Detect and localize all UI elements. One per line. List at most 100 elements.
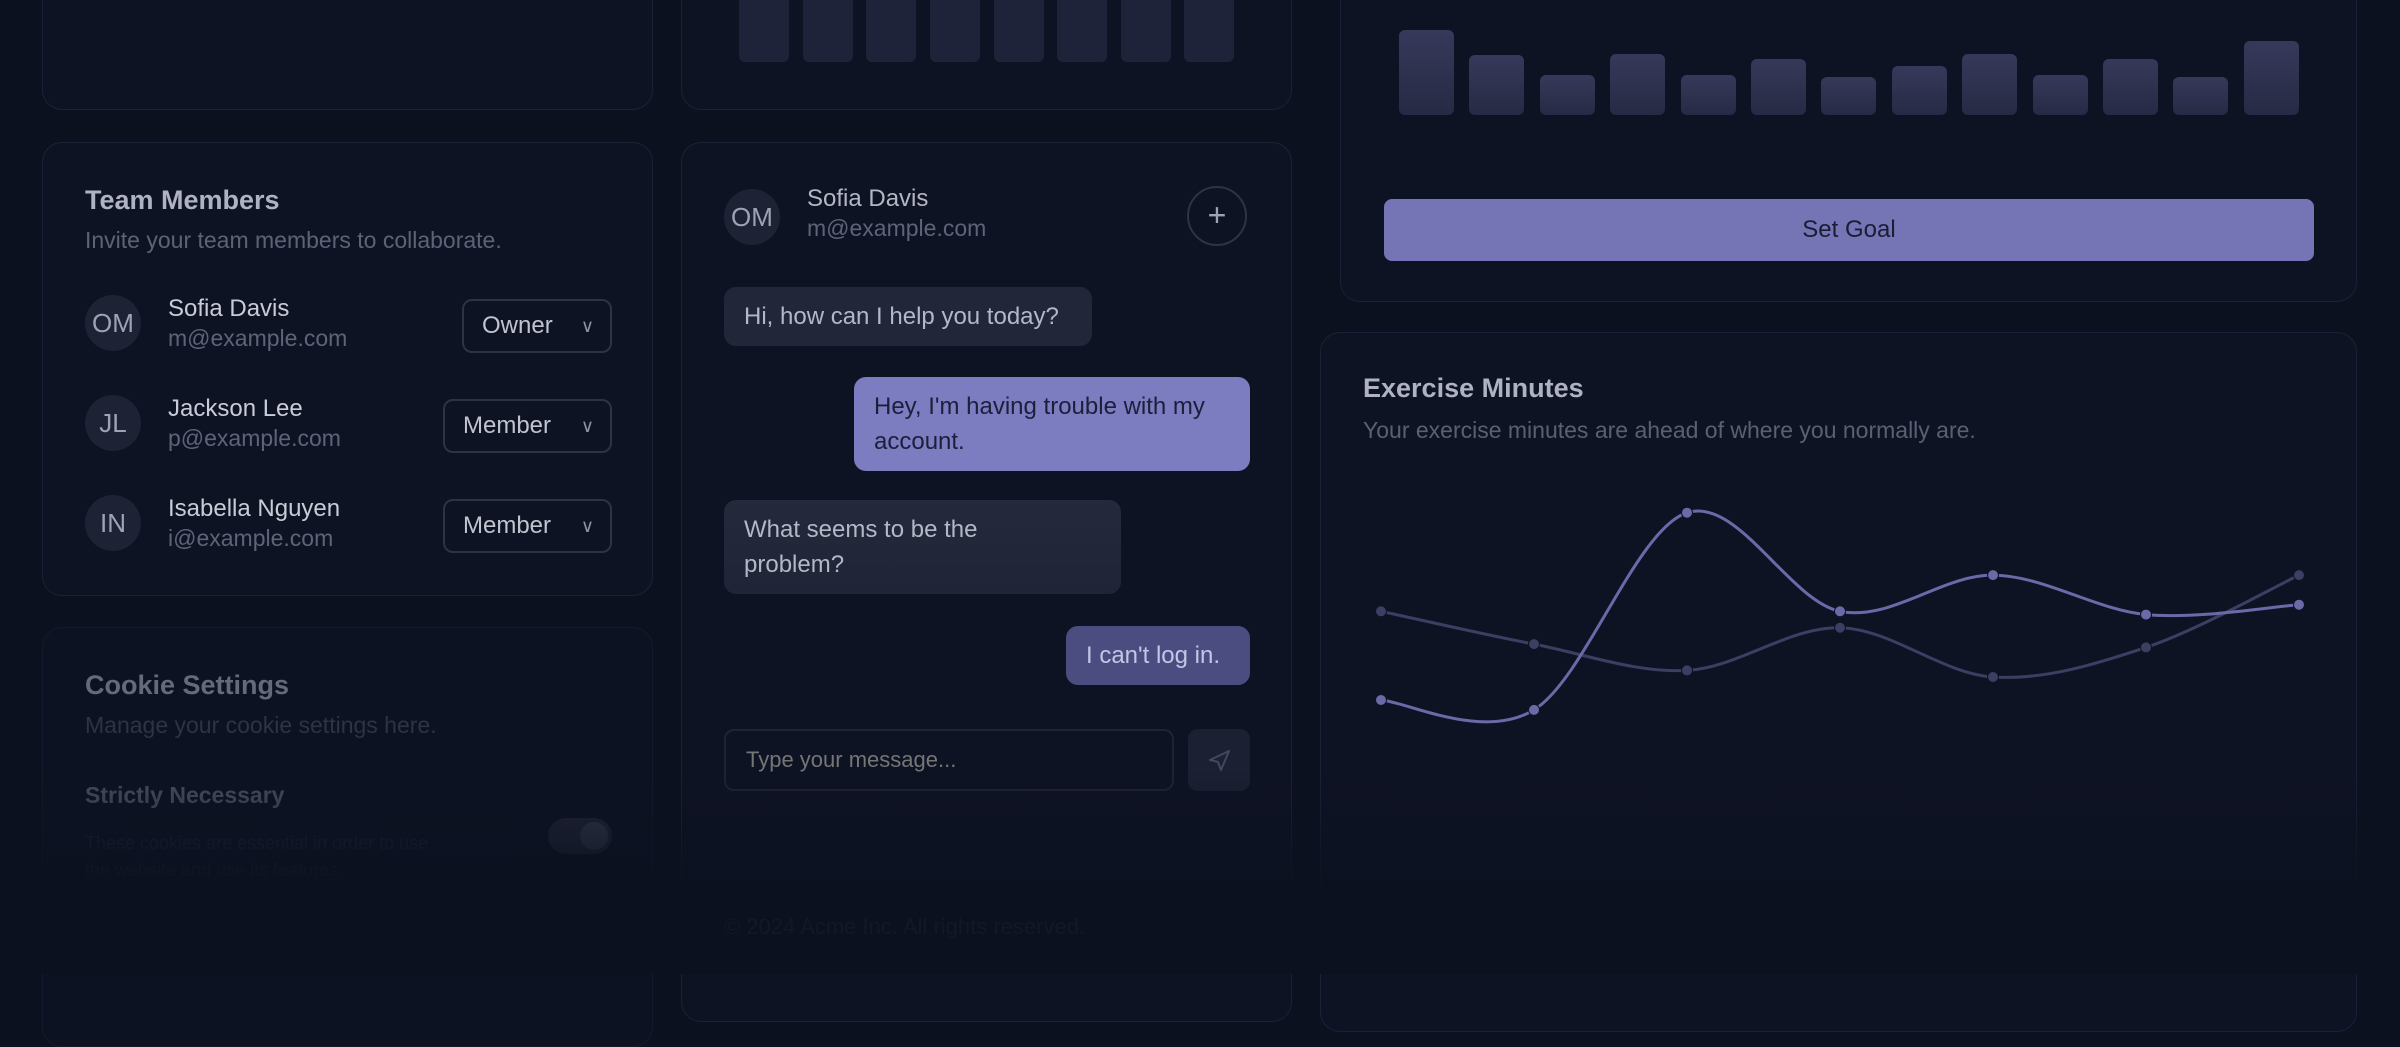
goal-bar	[2243, 41, 2299, 115]
contact-name: Sofia Davis	[807, 185, 929, 212]
data-point	[1681, 506, 1693, 519]
strict-label: Strictly Necessary	[85, 782, 285, 808]
avatar: OM	[85, 295, 141, 351]
mini-bars-card	[681, 0, 1292, 110]
goal-bar	[1469, 54, 1525, 115]
data-point	[1834, 621, 1846, 634]
toggle-knob	[580, 822, 608, 850]
avatar: IN	[85, 495, 141, 551]
strict-description-line: the website and use its features.	[85, 860, 344, 880]
role-select[interactable]: Owner ∨	[462, 299, 612, 353]
bar	[930, 0, 980, 62]
goal-bar	[1399, 29, 1454, 115]
team-members-title: Team Members	[85, 185, 280, 215]
exercise-title: Exercise Minutes	[1363, 373, 1584, 403]
goal-bar	[1680, 74, 1736, 115]
member-email: m@example.com	[168, 325, 348, 351]
member-email: p@example.com	[168, 425, 341, 451]
data-point	[1987, 671, 1999, 683]
plus-icon: +	[1207, 197, 1227, 233]
member-row: IN Isabella Nguyen i@example.com Member …	[85, 495, 612, 555]
message-text-line: account.	[874, 428, 965, 455]
chevron-down-icon: ∨	[580, 516, 594, 536]
data-point	[1834, 605, 1846, 618]
message-text-line: problem?	[744, 551, 845, 578]
data-point	[1528, 703, 1540, 716]
bar	[803, 0, 853, 62]
goal-bar	[1962, 53, 2018, 115]
data-point	[2293, 569, 2305, 582]
member-email: i@example.com	[168, 525, 334, 551]
data-point	[1987, 569, 1999, 582]
goal-bar	[1751, 59, 1806, 115]
set-goal-button[interactable]: Set Goal	[1384, 199, 2314, 261]
message-text: I can't log in.	[1086, 642, 1220, 669]
goal-bar-chart	[1341, 1, 2358, 116]
goal-bar	[1891, 66, 1947, 115]
member-name: Isabella Nguyen	[168, 495, 341, 522]
cookie-settings-card: Cookie Settings Manage your cookie setti…	[42, 627, 653, 1047]
add-button[interactable]: +	[1187, 186, 1247, 246]
cookie-settings-description: Manage your cookie settings here.	[85, 712, 437, 738]
goal-card: Set Goal	[1340, 0, 2357, 302]
chevron-down-icon: ∨	[580, 316, 594, 336]
avatar: OM	[724, 189, 780, 245]
strict-description: These cookies are essential in order to …	[85, 830, 428, 884]
bar	[866, 0, 916, 62]
bar	[1057, 0, 1107, 62]
goal-bar	[1539, 75, 1595, 115]
contact-email: m@example.com	[807, 215, 987, 241]
strict-description-line: These cookies are essential in order to …	[85, 833, 429, 853]
data-point	[2140, 608, 2152, 621]
member-row: OM Sofia Davis m@example.com Owner ∨	[85, 295, 612, 355]
cookie-settings-title: Cookie Settings	[85, 670, 290, 700]
member-name: Sofia Davis	[168, 295, 290, 322]
data-point	[2293, 598, 2305, 611]
team-members-card: Team Members Invite your team members to…	[42, 142, 653, 596]
exercise-line-chart	[1375, 506, 2305, 724]
strict-toggle[interactable]	[548, 818, 612, 854]
footer-text: © 2024 Acme Inc. All rights reserved.	[724, 914, 1086, 939]
member-name: Jackson Lee	[168, 395, 303, 422]
send-button[interactable]	[1188, 729, 1250, 791]
goal-bar	[2173, 77, 2229, 115]
activity-card-partial	[42, 0, 653, 110]
bar	[1121, 0, 1171, 62]
avatar: JL	[85, 395, 141, 451]
message-text-line: Hey, I'm having trouble with my	[874, 393, 1205, 420]
data-point	[1375, 605, 1387, 618]
role-select[interactable]: Member ∨	[443, 399, 612, 453]
bar	[994, 0, 1044, 62]
chevron-down-icon: ∨	[580, 416, 594, 436]
data-point	[1375, 694, 1387, 706]
role-value: Owner	[482, 312, 553, 339]
member-row: JL Jackson Lee p@example.com Member ∨	[85, 395, 612, 455]
role-value: Member	[463, 412, 552, 439]
data-point	[1528, 638, 1540, 651]
chat-message-agent: What seems to be the problem?	[724, 500, 1121, 594]
goal-bar	[1821, 77, 1877, 115]
chat-message-user: Hey, I'm having trouble with my account.	[854, 377, 1250, 471]
bar	[739, 0, 789, 62]
send-icon	[1209, 750, 1230, 771]
chat-message-agent: Hi, how can I help you today?	[724, 287, 1092, 346]
set-goal-label: Set Goal	[1802, 216, 1896, 243]
goal-bar	[2103, 59, 2158, 115]
activity-sparkline	[43, 1, 654, 111]
data-point	[1681, 664, 1693, 677]
exercise-minutes-card: Exercise Minutes Your exercise minutes a…	[1320, 332, 2357, 1032]
role-select[interactable]: Member ∨	[443, 499, 612, 553]
exercise-description: Your exercise minutes are ahead of where…	[1363, 417, 1976, 443]
message-input[interactable]	[724, 729, 1174, 791]
message-text-line: What seems to be the	[744, 516, 978, 543]
chat-card: OM Sofia Davis m@example.com + Hi, how c…	[681, 142, 1292, 1022]
chat-message-user: I can't log in.	[1066, 626, 1250, 685]
data-point	[2140, 641, 2152, 654]
role-value: Member	[463, 512, 552, 539]
team-members-description: Invite your team members to collaborate.	[85, 227, 502, 253]
bar	[1184, 0, 1234, 62]
mini-bar-chart	[682, 0, 1293, 81]
goal-bar	[2032, 74, 2088, 115]
message-text: Hi, how can I help you today?	[744, 303, 1059, 330]
goal-bar	[1610, 53, 1666, 115]
